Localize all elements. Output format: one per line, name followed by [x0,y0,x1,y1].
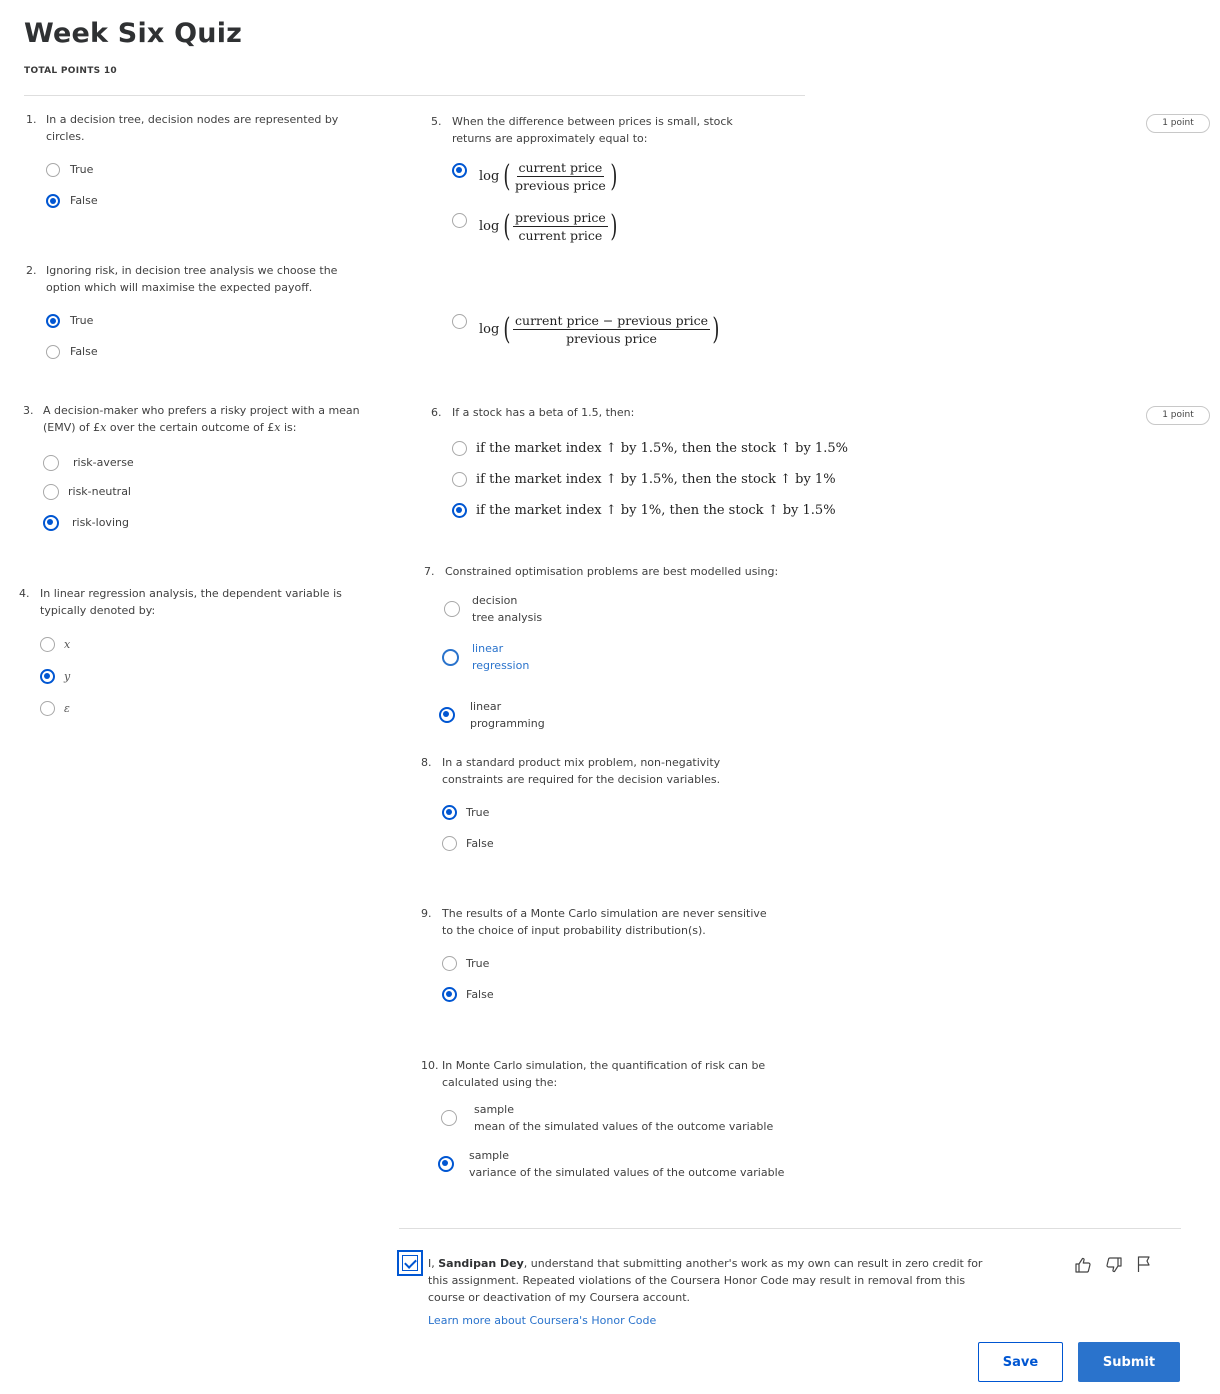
radio-button[interactable] [452,472,467,487]
question-8: 8. In a standard product mix problem, no… [421,754,751,794]
radio-button-selected[interactable] [442,805,457,820]
question-2: 2. Ignoring risk, in decision tree analy… [26,262,346,302]
question-number: 6. [431,406,442,419]
question-10: 10. In Monte Carlo simulation, the quant… [421,1057,781,1097]
option-sample-mean[interactable]: sample mean of the simulated values of th… [441,1101,773,1135]
question-text: When the difference between prices is sm… [452,115,733,145]
honor-code-link[interactable]: Learn more about Coursera's Honor Code [428,1312,656,1329]
flag-icon[interactable] [1136,1255,1152,1273]
radio-button[interactable] [46,344,60,359]
radio-button[interactable] [452,314,467,329]
radio-button[interactable] [441,1110,457,1126]
question-6: 6. If a stock has a beta of 1.5, then: [431,404,776,424]
option-risk-neutral[interactable]: risk-neutral [43,483,131,500]
radio-button[interactable] [442,836,457,851]
question-text: If a stock has a beta of 1.5, then: [452,406,635,419]
radio-button[interactable] [40,637,55,652]
option-true[interactable]: True [442,955,489,972]
radio-button[interactable] [40,701,55,716]
question-text: A decision-maker who prefers a risky pro… [43,404,360,434]
question-number: 5. [431,115,442,128]
point-badge: 1 point [1146,406,1210,425]
question-number: 4. [19,587,30,600]
option-true[interactable]: True [46,312,93,329]
formula: log ( previous price current price ) [479,208,618,244]
option-true[interactable]: True [442,804,489,821]
radio-button-focused[interactable] [442,648,459,666]
radio-button[interactable] [442,956,457,971]
divider [399,1228,1181,1229]
question-number: 3. [23,404,34,417]
question-number: 7. [424,565,435,578]
option-log-current-over-previous[interactable]: log ( current price previous price ) [452,160,620,193]
option-risk-averse[interactable]: risk-averse [43,454,134,471]
option-false[interactable]: False [46,192,98,209]
question-1: 1. In a decision tree, decision nodes ar… [26,111,346,151]
formula: log ( current price − previous price prev… [479,311,720,347]
question-text: In Monte Carlo simulation, the quantific… [442,1059,766,1089]
submit-button[interactable]: Submit [1078,1342,1180,1382]
question-5: 5. When the difference between prices is… [431,113,776,153]
thumbs-down-icon[interactable] [1105,1256,1123,1274]
question-number: 1. [26,113,37,126]
radio-button[interactable] [43,454,59,471]
option-linear-regression[interactable]: linear regression [442,640,529,674]
option-linear-programming[interactable]: linear programming [439,698,545,732]
question-number: 8. [421,756,432,769]
honor-code-statement: I, Sandipan Dey, understand that submitt… [428,1257,983,1304]
question-3: 3. A decision-maker who prefers a risky … [23,402,368,442]
question-4: 4. In linear regression analysis, the de… [19,585,349,625]
option-6b[interactable]: if the market index ↑ by 1.5%, then the … [452,471,836,488]
question-number: 9. [421,907,432,920]
radio-button[interactable] [43,483,59,500]
page-title: Week Six Quiz [24,18,243,49]
question-number: 10. [421,1059,439,1072]
question-text: Ignoring risk, in decision tree analysis… [46,264,338,294]
thumbs-up-icon[interactable] [1074,1256,1092,1274]
question-9: 9. The results of a Monte Carlo simulati… [421,905,781,945]
option-risk-loving[interactable]: risk-loving [43,514,129,531]
radio-button[interactable] [46,162,60,177]
formula: log ( current price previous price ) [479,158,618,194]
honor-code-checkbox[interactable] [397,1250,423,1276]
question-text: In a decision tree, decision nodes are r… [46,113,339,143]
point-badge: 1 point [1146,114,1210,133]
radio-button-selected[interactable] [46,313,60,328]
option-log-previous-over-current[interactable]: log ( previous price current price ) [452,210,620,243]
radio-button-selected[interactable] [442,987,457,1002]
learner-name: Sandipan Dey [438,1257,524,1270]
radio-button[interactable] [452,441,467,456]
radio-button-selected[interactable] [43,514,59,531]
question-text: In linear regression analysis, the depen… [40,587,342,617]
radio-button-selected[interactable] [452,163,467,178]
radio-button[interactable] [452,213,467,228]
radio-button[interactable] [444,601,460,617]
save-button[interactable]: Save [978,1342,1063,1382]
question-number: 2. [26,264,37,277]
option-sample-variance[interactable]: sample variance of the simulated values o… [438,1147,784,1181]
option-6c[interactable]: if the market index ↑ by 1%, then the st… [452,502,836,519]
radio-button-selected[interactable] [452,503,467,518]
option-log-difference-over-previous[interactable]: log ( current price − previous price prev… [452,313,722,346]
radio-button-selected[interactable] [40,669,55,684]
option-x[interactable]: x [40,636,70,653]
divider [24,95,805,96]
option-epsilon[interactable]: ε [40,700,70,717]
option-false[interactable]: False [442,835,494,852]
option-false[interactable]: False [46,343,98,360]
option-6a[interactable]: if the market index ↑ by 1.5%, then the … [452,440,848,457]
option-y[interactable]: y [40,668,70,685]
option-decision-tree[interactable]: decision tree analysis [444,592,542,626]
radio-button-selected[interactable] [438,1156,454,1172]
radio-button-selected[interactable] [439,707,455,723]
option-false[interactable]: False [442,986,494,1003]
question-text: In a standard product mix problem, non-n… [442,756,721,786]
question-7: 7. Constrained optimisation problems are… [424,563,804,583]
option-true[interactable]: True [46,161,93,178]
question-text: The results of a Monte Carlo simulation … [442,907,767,937]
radio-button-selected[interactable] [46,193,60,208]
total-points: TOTAL POINTS 10 [24,66,117,76]
question-text: Constrained optimisation problems are be… [445,565,779,578]
